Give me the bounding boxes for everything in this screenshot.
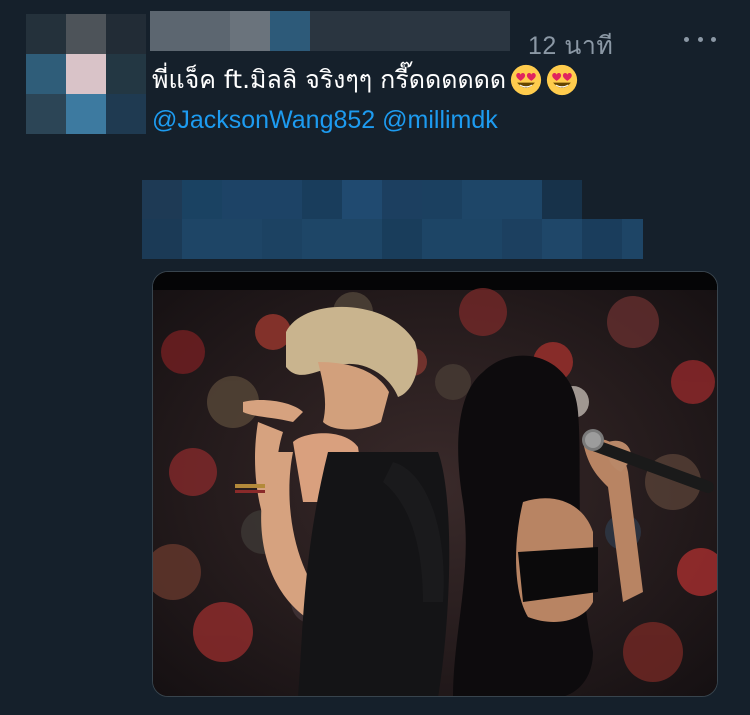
heart-eyes-emoji-icon <box>547 64 578 96</box>
tweet-card[interactable]: 12 นาที พี่แจ็ค ft.มิลลิ จริงๆๆ กรี๊ดดดด… <box>0 0 750 715</box>
redacted-text-line <box>142 180 582 220</box>
tweet-text-body: พี่แจ็ค ft.มิลลิ จริงๆๆ กรี๊ดดดดดด <box>152 65 507 94</box>
more-dots-icon[interactable] <box>684 26 716 52</box>
heart-eyes-emoji-icon <box>511 64 542 96</box>
redacted-text-line <box>142 219 643 259</box>
tweet-text: พี่แจ็ค ft.มิลลิ จริงๆๆ กรี๊ดดดดดด <box>152 60 578 100</box>
avatar[interactable] <box>26 14 146 134</box>
tweet-photo[interactable] <box>152 271 718 697</box>
author-name-pixelated[interactable] <box>150 11 510 51</box>
concert-photo-illustration <box>153 272 717 696</box>
mention-link[interactable]: @JacksonWang852 <box>152 106 375 134</box>
mention-link[interactable]: @millimdk <box>382 106 498 134</box>
mentions: @JacksonWang852 @millimdk <box>152 106 498 135</box>
